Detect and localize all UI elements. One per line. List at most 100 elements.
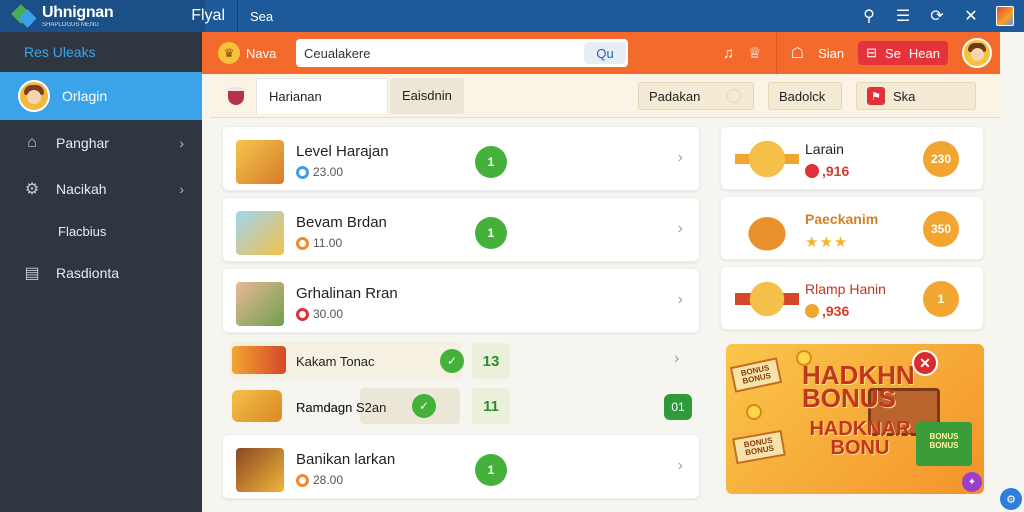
- mini-task-title: Kakam Tonac: [296, 353, 375, 369]
- sparkle-icon[interactable]: ✦: [962, 472, 982, 492]
- reward-card[interactable]: Paeckanim ★★★ 350: [720, 196, 984, 260]
- status-badge[interactable]: 1: [475, 454, 507, 486]
- gear-icon: ⚙: [24, 181, 40, 198]
- reward-badge[interactable]: 230: [923, 141, 959, 177]
- filter-label: Ska: [893, 88, 916, 104]
- chevron-right-icon: ›: [179, 135, 184, 151]
- trophy-icon[interactable]: ♛: [218, 42, 240, 64]
- title-tab[interactable]: Sea: [250, 9, 273, 24]
- status-badge[interactable]: 1: [475, 146, 507, 178]
- close-icon[interactable]: ✕: [954, 0, 988, 32]
- banner-title: HADKHN BONUS: [802, 360, 915, 414]
- reward-card[interactable]: Rlamp Hanin ,936 1: [720, 266, 984, 330]
- basket-icon: [236, 448, 284, 492]
- stars-icon: ★★★: [805, 234, 849, 251]
- main-content: ♛ Nava Qu ♫ ♕ ☖ Sian ⊟ Se Hean Harianan …: [202, 32, 1024, 512]
- reward-badge[interactable]: 1: [923, 281, 959, 317]
- signin-link[interactable]: Sian: [818, 46, 844, 61]
- bomb-icon: [236, 282, 284, 326]
- help-icon[interactable]: ⚲: [852, 0, 886, 32]
- mini-task-count[interactable]: 11: [472, 388, 510, 424]
- character-icon: [236, 140, 284, 184]
- logo-subtitle: SHAPLOGUS MENU: [42, 21, 99, 28]
- coin-icon: [805, 304, 819, 318]
- task-amount: 28.00: [313, 473, 344, 487]
- sidebar-heading[interactable]: Res Uleaks: [0, 32, 202, 72]
- bonus-banner[interactable]: BONUS BONUS HADKHN BONUS BONUS BONUS HAD…: [726, 344, 984, 494]
- restore-icon[interactable]: ⟳: [920, 0, 954, 32]
- tab-harianan[interactable]: Harianan: [256, 77, 388, 114]
- candy-icon: [232, 346, 286, 374]
- sidebar-subitem-flacbius[interactable]: Flacbius: [0, 212, 202, 250]
- task-card[interactable]: Level Harajan 23.00 1 ›: [222, 126, 700, 191]
- filter-padakan[interactable]: Padakan: [638, 82, 754, 110]
- tabs-bar: Harianan Eaisdnin Padakan Badolck ⚑ Ska: [210, 74, 1000, 118]
- task-card[interactable]: Bevam Brdan 11.00 1 ›: [222, 197, 700, 262]
- coin-stack-icon: [236, 211, 284, 255]
- close-banner-icon[interactable]: ✕: [912, 350, 938, 376]
- treasure-bowl-icon: [735, 205, 799, 253]
- reward-title: Rlamp Hanin: [805, 281, 886, 297]
- chevron-right-icon[interactable]: ›: [678, 291, 683, 309]
- reward-badge[interactable]: 350: [923, 211, 959, 247]
- task-meta: 28.00: [296, 473, 343, 487]
- search-input[interactable]: [304, 45, 584, 61]
- coin-icon: [296, 307, 309, 321]
- extra-count-badge[interactable]: 01: [664, 394, 692, 420]
- sidebar-item-profile[interactable]: Orlagin: [0, 72, 202, 120]
- app-thumbnail-icon[interactable]: [996, 6, 1014, 26]
- sidebar-item-panghar[interactable]: ⌂ Panghar ›: [0, 120, 202, 166]
- logo-icon: [11, 4, 37, 28]
- help-icon[interactable]: ⚙: [1000, 488, 1022, 510]
- mini-task-count[interactable]: 13: [472, 343, 510, 379]
- task-amount: 23.00: [313, 165, 344, 179]
- account-pill-label-1: Se: [885, 45, 901, 61]
- pastry-icon: [232, 390, 282, 422]
- avatar: [18, 80, 50, 112]
- task-meta: 11.00: [296, 236, 342, 250]
- status-badge[interactable]: 1: [475, 217, 507, 249]
- reward-value-text: ,916: [822, 163, 850, 179]
- bonus-tag: BONUS BONUS: [729, 357, 783, 393]
- gift-icon[interactable]: ☖: [791, 44, 804, 62]
- window-controls: ⚲ ☰ ⟳ ✕: [852, 0, 1014, 32]
- reward-value: ,916: [805, 163, 849, 179]
- chevron-right-icon[interactable]: ›: [678, 457, 683, 475]
- user-avatar[interactable]: [962, 38, 992, 68]
- search-box: Qu: [296, 39, 628, 67]
- chevron-right-icon[interactable]: ›: [678, 149, 683, 167]
- title-divider: [237, 0, 238, 32]
- bonus-box: BONUS BONUS: [916, 422, 972, 466]
- chevron-right-icon: ›: [179, 181, 184, 197]
- sidebar-item-label: Nacikah: [56, 181, 107, 197]
- task-meta: 23.00: [296, 165, 343, 179]
- task-amount: 30.00: [313, 307, 344, 321]
- coin-icon: [296, 236, 309, 250]
- trophy-small-icon[interactable]: ♕: [748, 44, 761, 62]
- reward-card[interactable]: Larain ,916 230: [720, 126, 984, 190]
- chevron-right-icon[interactable]: ›: [674, 350, 679, 368]
- tab-eaisdnin[interactable]: Eaisdnin: [390, 77, 464, 114]
- menu-icon[interactable]: ☰: [886, 0, 920, 32]
- bell-icon[interactable]: ♫: [723, 45, 734, 62]
- filter-ska[interactable]: ⚑ Ska: [856, 82, 976, 110]
- search-button[interactable]: Qu: [584, 42, 626, 64]
- card-icon: ▤: [24, 265, 40, 282]
- sidebar-item-label: Panghar: [56, 135, 109, 151]
- account-pill[interactable]: ⊟ Se Hean: [858, 41, 948, 65]
- filter-badolck[interactable]: Badolck: [768, 82, 842, 110]
- task-card[interactable]: Grhalinan Rran 30.00 ›: [222, 268, 700, 333]
- reward-title: Paeckanim: [805, 211, 879, 227]
- check-icon: ✓: [412, 394, 436, 418]
- banner-subtitle: HADKNAR BONU: [809, 418, 911, 459]
- bonus-badge-icon: [735, 275, 799, 323]
- nav-label[interactable]: Nava: [246, 46, 276, 61]
- chevron-right-icon[interactable]: ›: [678, 220, 683, 238]
- reward-title: Larain: [805, 141, 844, 157]
- sidebar-item-nacikah[interactable]: ⚙ Nacikah ›: [0, 166, 202, 212]
- task-card[interactable]: Banikan larkan 28.00 1 ›: [222, 434, 700, 499]
- bonus-badge-icon: [735, 135, 799, 183]
- mini-task-title-overlay: Ramdagn S2an: [296, 399, 387, 415]
- sidebar-item-rasdionta[interactable]: ▤ Rasdionta: [0, 250, 202, 296]
- search-button-label: Qu: [596, 45, 614, 61]
